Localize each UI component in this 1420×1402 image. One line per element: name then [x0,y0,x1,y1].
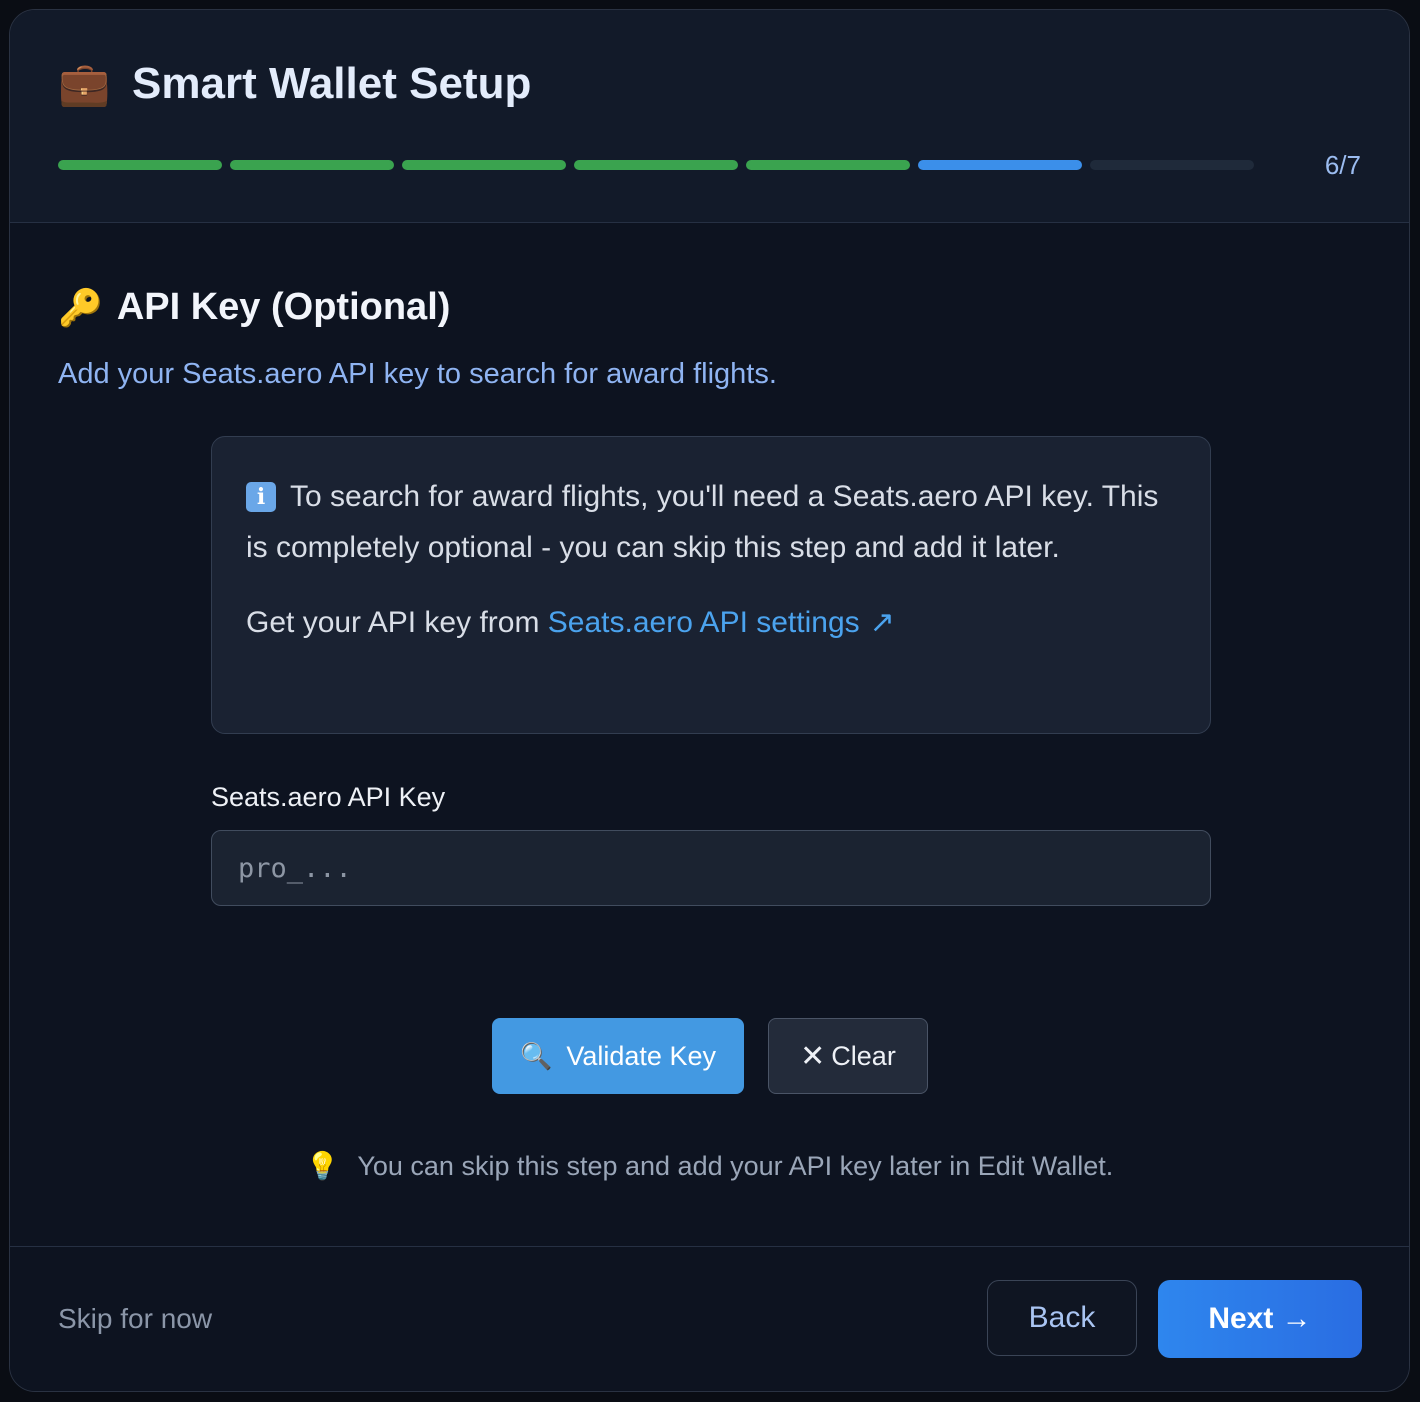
briefcase-icon: 💼 [58,60,111,107]
key-icon: 🔑 [58,286,103,328]
link-prefix: Get your API key from [246,606,540,639]
hint-text: You can skip this step and add your API … [357,1151,1114,1181]
wallet-setup-modal: 💼 Smart Wallet Setup 6/7 🔑 API Key (Opti… [9,9,1410,1392]
validate-key-label: Validate Key [566,1040,716,1071]
external-link-icon[interactable]: ↗ [870,606,895,639]
magnifier-icon: 🔍 [520,1040,553,1071]
progress-bar [58,160,1254,170]
progress-segment [402,160,566,170]
skip-hint: 💡 You can skip this step and add your API… [10,1150,1409,1182]
step-title: API Key (Optional) [116,286,451,328]
step-counter: 6/7 [1324,150,1361,180]
progress-segment [230,160,394,170]
modal-body: 🔑 API Key (Optional) Add your Seats.aero… [10,222,1409,1247]
lightbulb-icon: 💡 [305,1151,340,1181]
back-button[interactable]: Back [987,1280,1137,1356]
clear-button[interactable]: ✕ Clear [768,1018,928,1094]
progress-segment [574,160,738,170]
progress-segment [918,160,1082,170]
step-subtitle: Add your Seats.aero API key to search fo… [58,358,777,390]
progress-segment [58,160,222,170]
modal-title: Smart Wallet Setup [132,59,532,108]
info-text-block: i To search for award flights, you'll nee… [246,471,1176,573]
clear-label: Clear [831,1040,896,1071]
progress-segment [1090,160,1254,170]
step-heading: 🔑 API Key (Optional) [58,286,450,329]
progress-segment [746,160,910,170]
api-key-label: Seats.aero API Key [211,782,446,812]
api-key-input[interactable] [211,830,1211,906]
skip-for-now-link[interactable]: Skip for now [58,1303,212,1335]
info-box: i To search for award flights, you'll nee… [211,436,1211,734]
close-icon: ✕ [800,1039,826,1073]
info-icon: i [246,482,276,512]
seats-aero-settings-link[interactable]: Seats.aero API settings [548,606,860,639]
info-text: To search for award flights, you'll need… [246,480,1159,564]
title-row: 💼 Smart Wallet Setup [58,58,531,110]
info-link-line: Get your API key from Seats.aero API set… [246,597,1176,648]
modal-header: 💼 Smart Wallet Setup 6/7 [10,10,1409,223]
validate-key-button[interactable]: 🔍 Validate Key [492,1018,744,1094]
modal-footer: Skip for now Back Next → [10,1246,1409,1391]
next-button[interactable]: Next → [1158,1280,1362,1358]
